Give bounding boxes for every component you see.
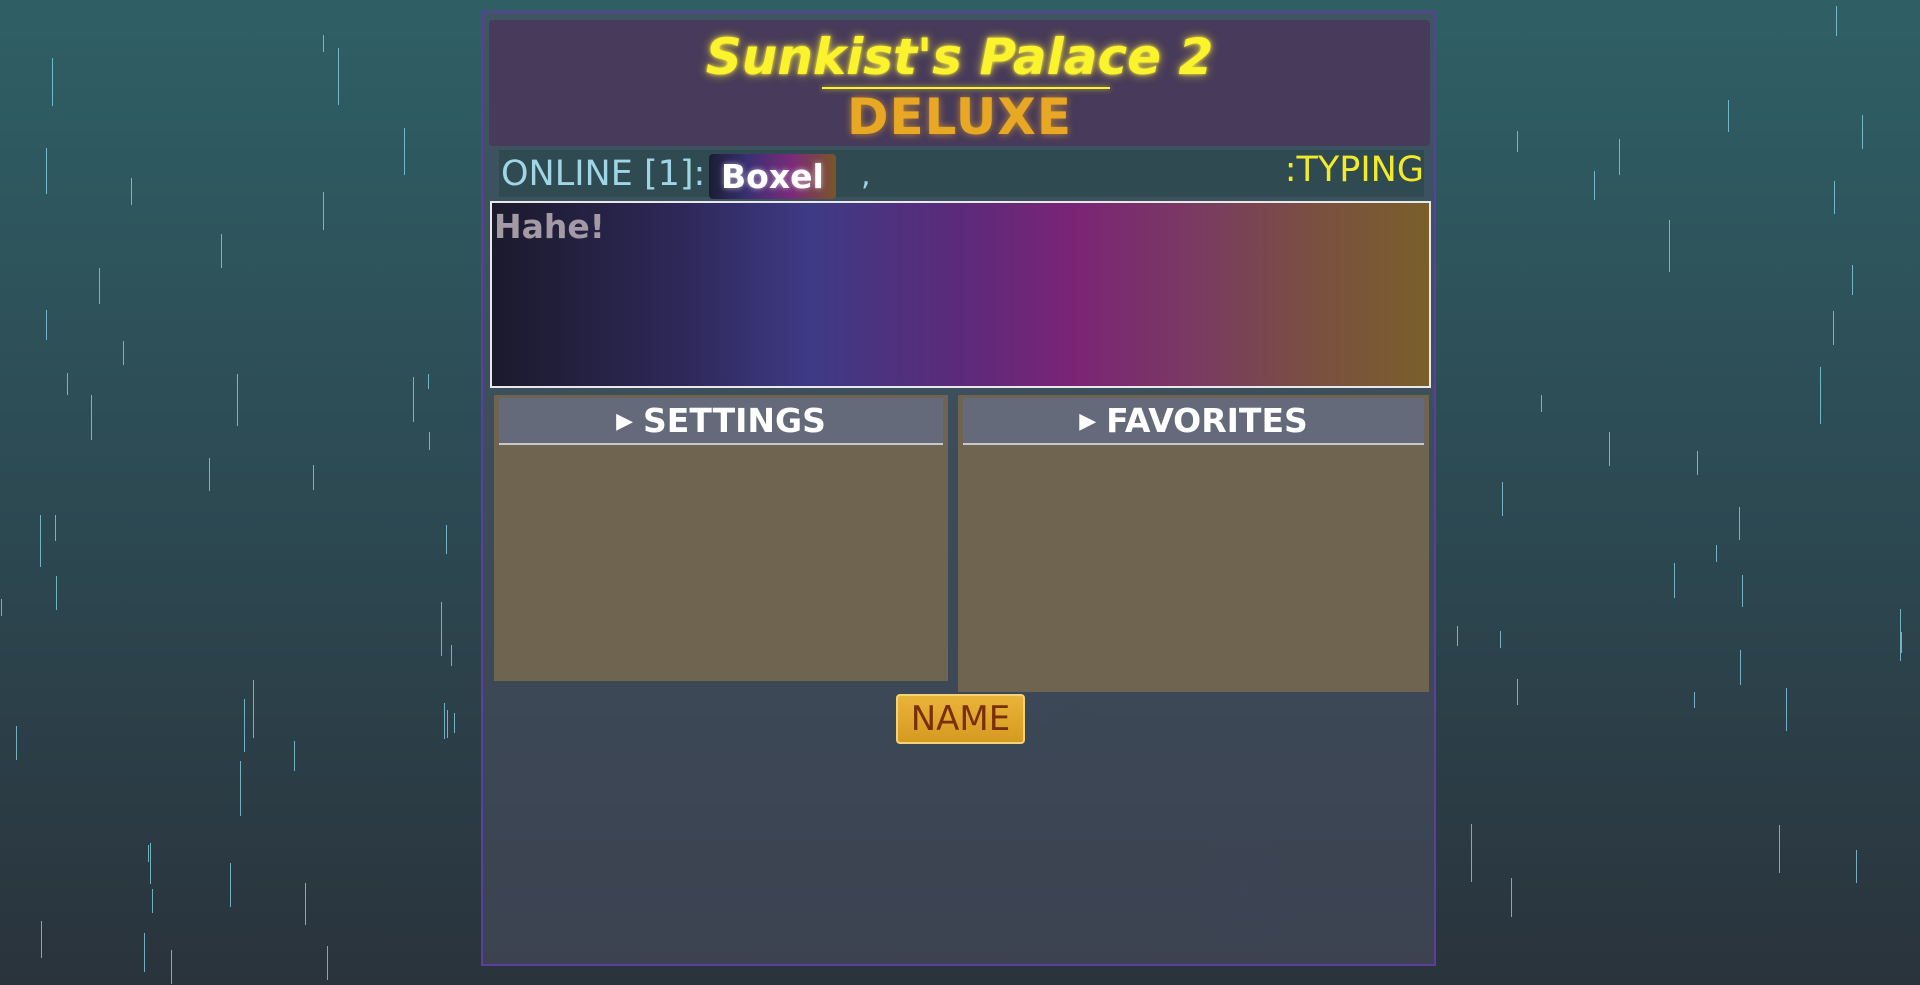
rain-streak [150,843,151,884]
rain-streak [131,178,132,205]
rain-streak [1500,631,1501,648]
rain-streak [52,58,53,106]
rain-streak [444,703,445,739]
rain-streak [221,234,222,268]
rain-streak [323,192,324,230]
name-button[interactable]: NAME [896,694,1025,744]
rain-streak [1471,824,1472,882]
rain-streak [1740,650,1741,685]
rain-streak [1609,432,1610,466]
rain-streak [237,374,238,426]
chat-display[interactable]: Hahe! [490,201,1431,388]
rain-streak [404,128,405,175]
favorites-label: FAVORITES [1106,401,1308,440]
rain-streak [1728,100,1729,132]
rain-streak [1697,451,1698,475]
rain-streak [240,761,241,816]
rain-streak [454,713,455,733]
rain-streak [1517,131,1518,152]
rain-streak [171,950,172,984]
rain-streak [313,465,314,490]
rain-streak [1862,115,1863,149]
settings-label: SETTINGS [643,401,826,440]
rain-streak [1834,181,1835,214]
rain-streak [413,377,414,422]
rain-streak [40,515,41,567]
rain-streak [46,310,47,340]
rain-streak [323,35,324,52]
rain-streak [123,341,124,365]
rain-streak [41,921,42,958]
rain-streak [1502,482,1503,516]
settings-toggle[interactable]: ▶ SETTINGS [499,398,943,445]
rain-streak [1,599,2,616]
rain-streak [1669,220,1670,272]
rain-streak [46,148,47,194]
rain-streak [1856,850,1857,883]
rain-streak [253,680,254,738]
rain-streak [1541,395,1542,412]
rain-streak [244,699,245,752]
rain-streak [338,48,339,105]
title-header: Sunkist's Palace 2 DELUXE [489,20,1430,146]
rain-streak [441,602,442,656]
rain-streak [1820,367,1821,424]
rain-streak [1836,6,1837,36]
rain-streak [1739,507,1740,540]
rain-streak [1619,139,1620,175]
rain-streak [327,946,328,980]
main-panel: Sunkist's Palace 2 DELUXE ONLINE [1]: Bo… [481,11,1436,966]
rain-streak [152,889,153,913]
rain-streak [1779,825,1780,873]
rain-streak [429,432,430,450]
rain-streak [294,741,295,771]
rain-streak [1786,688,1787,731]
rain-streak [446,525,447,554]
rain-streak [99,268,100,304]
page-title: Sunkist's Palace 2 [705,28,1214,86]
rain-streak [144,933,145,972]
rain-streak [1511,878,1512,917]
expand-arrow-icon: ▶ [616,409,634,434]
rain-streak [56,576,57,610]
rain-streak [428,374,429,389]
rain-streak [305,883,306,925]
rain-streak [55,515,56,541]
favorites-toggle[interactable]: ▶ FAVORITES [963,398,1424,445]
rain-streak [67,373,68,395]
favorites-panel: ▶ FAVORITES [958,395,1429,692]
rain-streak [148,845,149,862]
rain-streak [1901,632,1902,653]
rain-streak [1742,575,1743,607]
online-count-label: ONLINE [1]: [501,154,706,194]
rain-streak [209,458,210,491]
expand-arrow-icon: ▶ [1079,409,1097,434]
rain-streak [1852,265,1853,295]
rain-streak [1594,171,1595,200]
rain-streak [16,726,17,760]
rain-streak [230,863,231,907]
settings-panel: ▶ SETTINGS [494,395,948,681]
rain-streak [447,710,448,738]
rain-streak [1716,545,1717,562]
page-subtitle: DELUXE [846,88,1073,146]
rain-streak [1674,563,1675,598]
rain-streak [1833,311,1834,345]
rain-streak [91,395,92,440]
rain-streak [451,645,452,666]
rain-streak [1900,609,1901,661]
online-user-chip[interactable]: Boxel [709,154,836,199]
rain-streak [1457,626,1458,646]
chat-message: Hahe! [494,207,605,246]
rain-streak [1517,679,1518,705]
typing-indicator: :TYPING [1284,150,1424,190]
online-users-bar: ONLINE [1]: Boxel , :TYPING [499,150,1424,199]
user-separator: , [861,158,871,193]
rain-streak [1694,692,1695,708]
